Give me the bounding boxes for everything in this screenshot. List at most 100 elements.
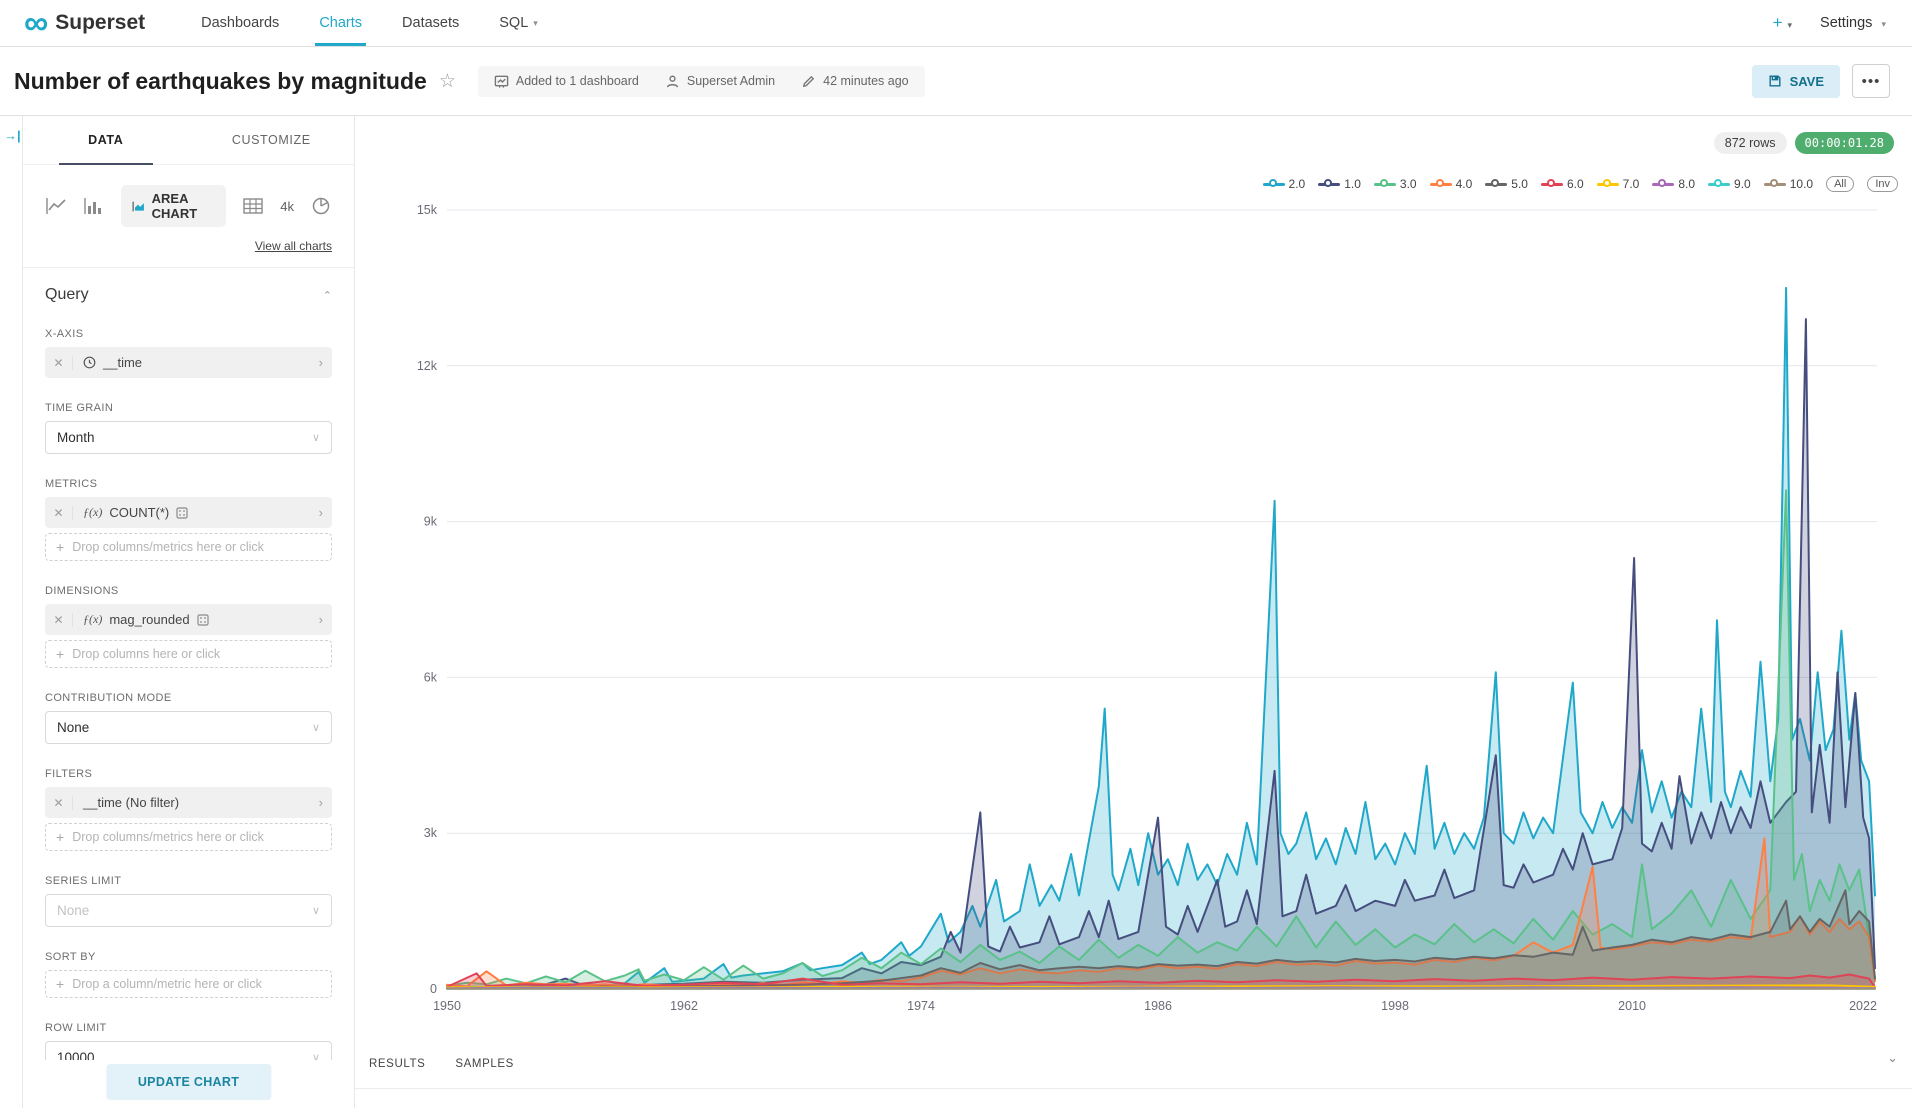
more-actions-button[interactable]: ••• [1852,64,1890,98]
remove-icon[interactable]: ✕ [45,506,73,520]
series-limit-select[interactable]: None ∨ [45,894,332,927]
viz-type-row: AREA CHART 4k [45,185,332,227]
xaxis-control[interactable]: ✕ __time › [45,347,332,378]
remove-icon[interactable]: ✕ [45,356,73,370]
filters-dropzone[interactable]: + Drop columns/metrics here or click [45,823,332,851]
chevron-down-icon[interactable]: ⌄ [1887,1050,1898,1066]
function-icon: ƒ(x) [83,612,102,627]
svg-text:1998: 1998 [1381,999,1409,1013]
xaxis-label: X-AXIS [45,328,332,340]
chevron-down-icon: ∨ [312,904,320,917]
plus-icon: + [56,829,64,845]
tab-customize[interactable]: CUSTOMIZE [189,116,355,164]
svg-text:1950: 1950 [433,999,461,1013]
svg-text:2022: 2022 [1849,999,1877,1013]
dashboards-badge[interactable]: Added to 1 dashboard [494,74,639,89]
metrics-label: METRICS [45,478,332,490]
new-item-button[interactable]: +▾ [1773,13,1792,33]
tab-results[interactable]: RESULTS [369,1058,425,1070]
sort-by-dropzone[interactable]: + Drop a column/metric here or click [45,970,332,998]
superset-logo[interactable]: ∞ Superset [24,8,145,38]
tab-data[interactable]: DATA [23,116,189,164]
viz-type-area-chart[interactable]: AREA CHART [121,185,226,227]
more-viz-count[interactable]: 4k [280,199,294,214]
nav-menu: Dashboards Charts Datasets SQL ▾ [183,0,556,46]
chevron-down-icon: ▾ [1881,19,1886,29]
chevron-down-icon: ∨ [312,431,320,444]
ellipsis-icon: ••• [1862,73,1881,90]
filters-label: FILTERS [45,768,332,780]
time-grain-select[interactable]: Month ∨ [45,421,332,454]
chevron-up-icon[interactable]: ⌃ [323,289,332,302]
query-section-title: Query [45,286,89,304]
caret-right-icon: › [319,795,332,810]
svg-text:1974: 1974 [907,999,935,1013]
chevron-down-icon: ▾ [1788,20,1793,30]
function-icon: ƒ(x) [83,505,102,520]
plus-icon: + [56,539,64,555]
results-pane: RESULTS SAMPLES ⌄ [355,1040,1912,1108]
bar-chart-icon[interactable] [83,196,105,216]
xaxis-value: __time [103,355,142,370]
row-limit-label: ROW LIMIT [45,1022,332,1034]
remove-icon[interactable]: ✕ [45,796,73,810]
nav-item-charts[interactable]: Charts [301,0,380,46]
user-icon [665,74,680,89]
tab-samples[interactable]: SAMPLES [455,1058,514,1070]
clock-icon [83,356,96,369]
dimensions-dropzone[interactable]: + Drop columns here or click [45,640,332,668]
chart-header: Number of earthquakes by magnitude ☆ Add… [0,47,1912,116]
sort-by-label: SORT BY [45,951,332,963]
panel-collapse-strip: →| [0,116,23,1108]
plus-icon: + [56,646,64,662]
nav-item-sql[interactable]: SQL ▾ [481,0,556,46]
nav-item-datasets[interactable]: Datasets [384,0,477,46]
svg-text:9k: 9k [424,515,438,529]
view-all-charts-link[interactable]: View all charts [45,239,332,253]
line-chart-icon[interactable] [45,196,67,216]
favorite-star-icon[interactable]: ☆ [439,70,456,93]
divider [355,1088,1912,1089]
caret-right-icon: › [319,355,332,370]
divider [23,267,354,268]
update-chart-button[interactable]: UPDATE CHART [106,1064,271,1100]
svg-text:2010: 2010 [1618,999,1646,1013]
filter-value: __time (No filter) [83,795,179,810]
settings-menu[interactable]: Settings ▾ [1820,15,1886,31]
floppy-disk-icon [1768,74,1782,88]
nav-item-dashboards[interactable]: Dashboards [183,0,297,46]
svg-text:6k: 6k [424,670,438,684]
top-navbar: ∞ Superset Dashboards Charts Datasets SQ… [0,0,1912,47]
metric-value: COUNT(*) [109,505,169,520]
chart-area: 872 rows 00:00:01.28 2.01.03.04.05.06.07… [355,116,1912,1108]
brand-name: Superset [55,11,145,35]
caret-right-icon: › [319,612,332,627]
last-modified-badge[interactable]: 42 minutes ago [801,74,908,89]
pencil-icon [801,74,816,89]
save-button[interactable]: SAVE [1752,65,1840,98]
svg-text:1986: 1986 [1144,999,1172,1013]
contribution-mode-label: CONTRIBUTION MODE [45,692,332,704]
calculator-icon [176,507,188,519]
control-panel: DATA CUSTOMIZE AREA CHART 4k View all ch… [23,116,355,1108]
pie-chart-icon[interactable] [310,196,332,216]
svg-text:1962: 1962 [670,999,698,1013]
contribution-mode-select[interactable]: None ∨ [45,711,332,744]
chevron-down-icon: ▾ [533,18,538,29]
table-icon[interactable] [242,196,264,216]
owner-badge[interactable]: Superset Admin [665,74,775,89]
metric-pill[interactable]: ✕ ƒ(x) COUNT(*) › [45,497,332,528]
chevron-down-icon: ∨ [312,721,320,734]
infinity-logo-icon: ∞ [24,8,48,38]
page-title: Number of earthquakes by magnitude [14,68,427,95]
collapse-panel-icon[interactable]: →| [4,128,21,143]
metrics-dropzone[interactable]: + Drop columns/metrics here or click [45,533,332,561]
remove-icon[interactable]: ✕ [45,613,73,627]
dimension-pill[interactable]: ✕ ƒ(x) mag_rounded › [45,604,332,635]
time-grain-label: TIME GRAIN [45,402,332,414]
area-chart-plot[interactable]: 03k6k9k12k15k195019621974198619982010202… [355,116,1911,1040]
svg-text:15k: 15k [417,203,438,217]
chart-meta-badges: Added to 1 dashboard Superset Admin 42 m… [478,66,925,97]
filter-pill[interactable]: ✕ __time (No filter) › [45,787,332,818]
plus-icon: + [56,976,64,992]
